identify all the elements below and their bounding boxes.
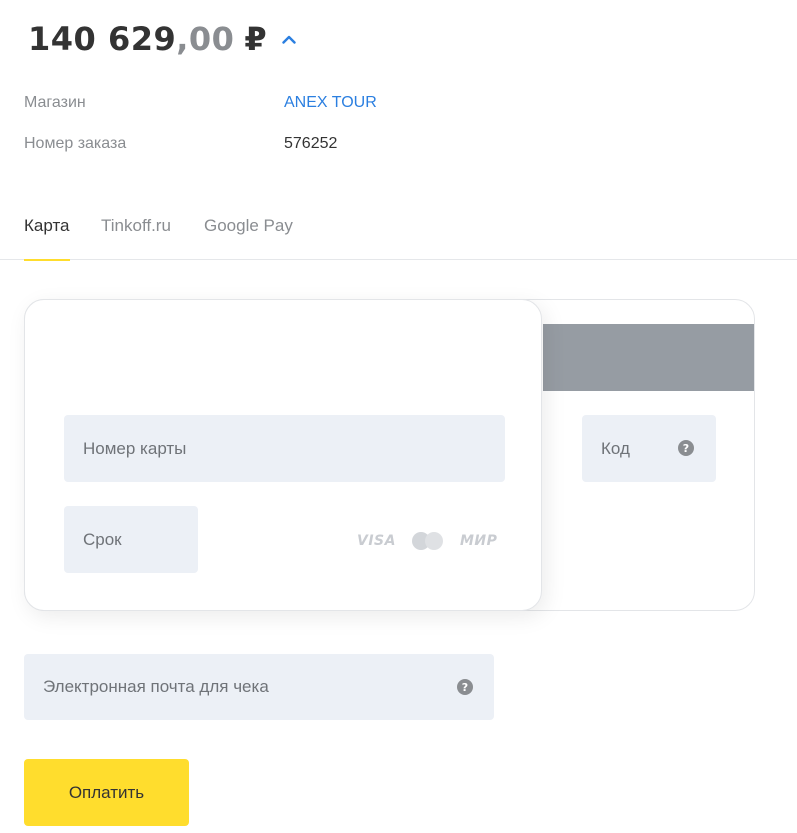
- tab-google-pay[interactable]: Google Pay: [204, 216, 293, 260]
- card-front: Номер карты Срок VISA МИР: [24, 299, 542, 611]
- tab-card[interactable]: Карта: [24, 216, 70, 261]
- order-number: 576252: [284, 135, 338, 152]
- mastercard-icon: [411, 531, 444, 551]
- amount-decimal: ,00: [176, 20, 235, 58]
- email-help-icon[interactable]: ?: [457, 679, 473, 695]
- magnetic-stripe: [543, 324, 754, 391]
- expiry-placeholder: Срок: [83, 529, 122, 549]
- chevron-up-icon[interactable]: [281, 31, 297, 47]
- card-number-input[interactable]: Номер карты: [64, 415, 505, 482]
- mir-logo: МИР: [459, 533, 498, 549]
- cvc-placeholder: Код: [601, 438, 630, 458]
- payment-system-logos: VISA МИР: [357, 530, 497, 552]
- card-number-placeholder: Номер карты: [83, 438, 187, 458]
- tab-tinkoff[interactable]: Tinkoff.ru: [101, 216, 171, 260]
- visa-logo: VISA: [357, 533, 396, 549]
- cvc-help-icon[interactable]: ?: [678, 440, 694, 456]
- email-receipt-input[interactable]: Электронная почта для чека ?: [24, 654, 494, 720]
- cvc-input[interactable]: Код ?: [582, 415, 716, 482]
- email-placeholder: Электронная почта для чека: [43, 677, 269, 696]
- shop-label: Магазин: [24, 94, 86, 111]
- payment-page: 140 629 ,00 ₽ Магазин ANEX TOUR Номер за…: [0, 0, 797, 833]
- payment-method-tabs: Карта Tinkoff.ru Google Pay: [0, 200, 797, 261]
- amount-integer: 140 629: [28, 20, 177, 58]
- order-label: Номер заказа: [24, 135, 127, 152]
- expiry-input[interactable]: Срок: [64, 506, 198, 573]
- currency-symbol: ₽: [244, 20, 268, 58]
- amount-header: 140 629 ,00 ₽: [28, 20, 297, 58]
- shop-link[interactable]: ANEX TOUR: [284, 94, 377, 112]
- pay-button[interactable]: Оплатить: [24, 759, 189, 826]
